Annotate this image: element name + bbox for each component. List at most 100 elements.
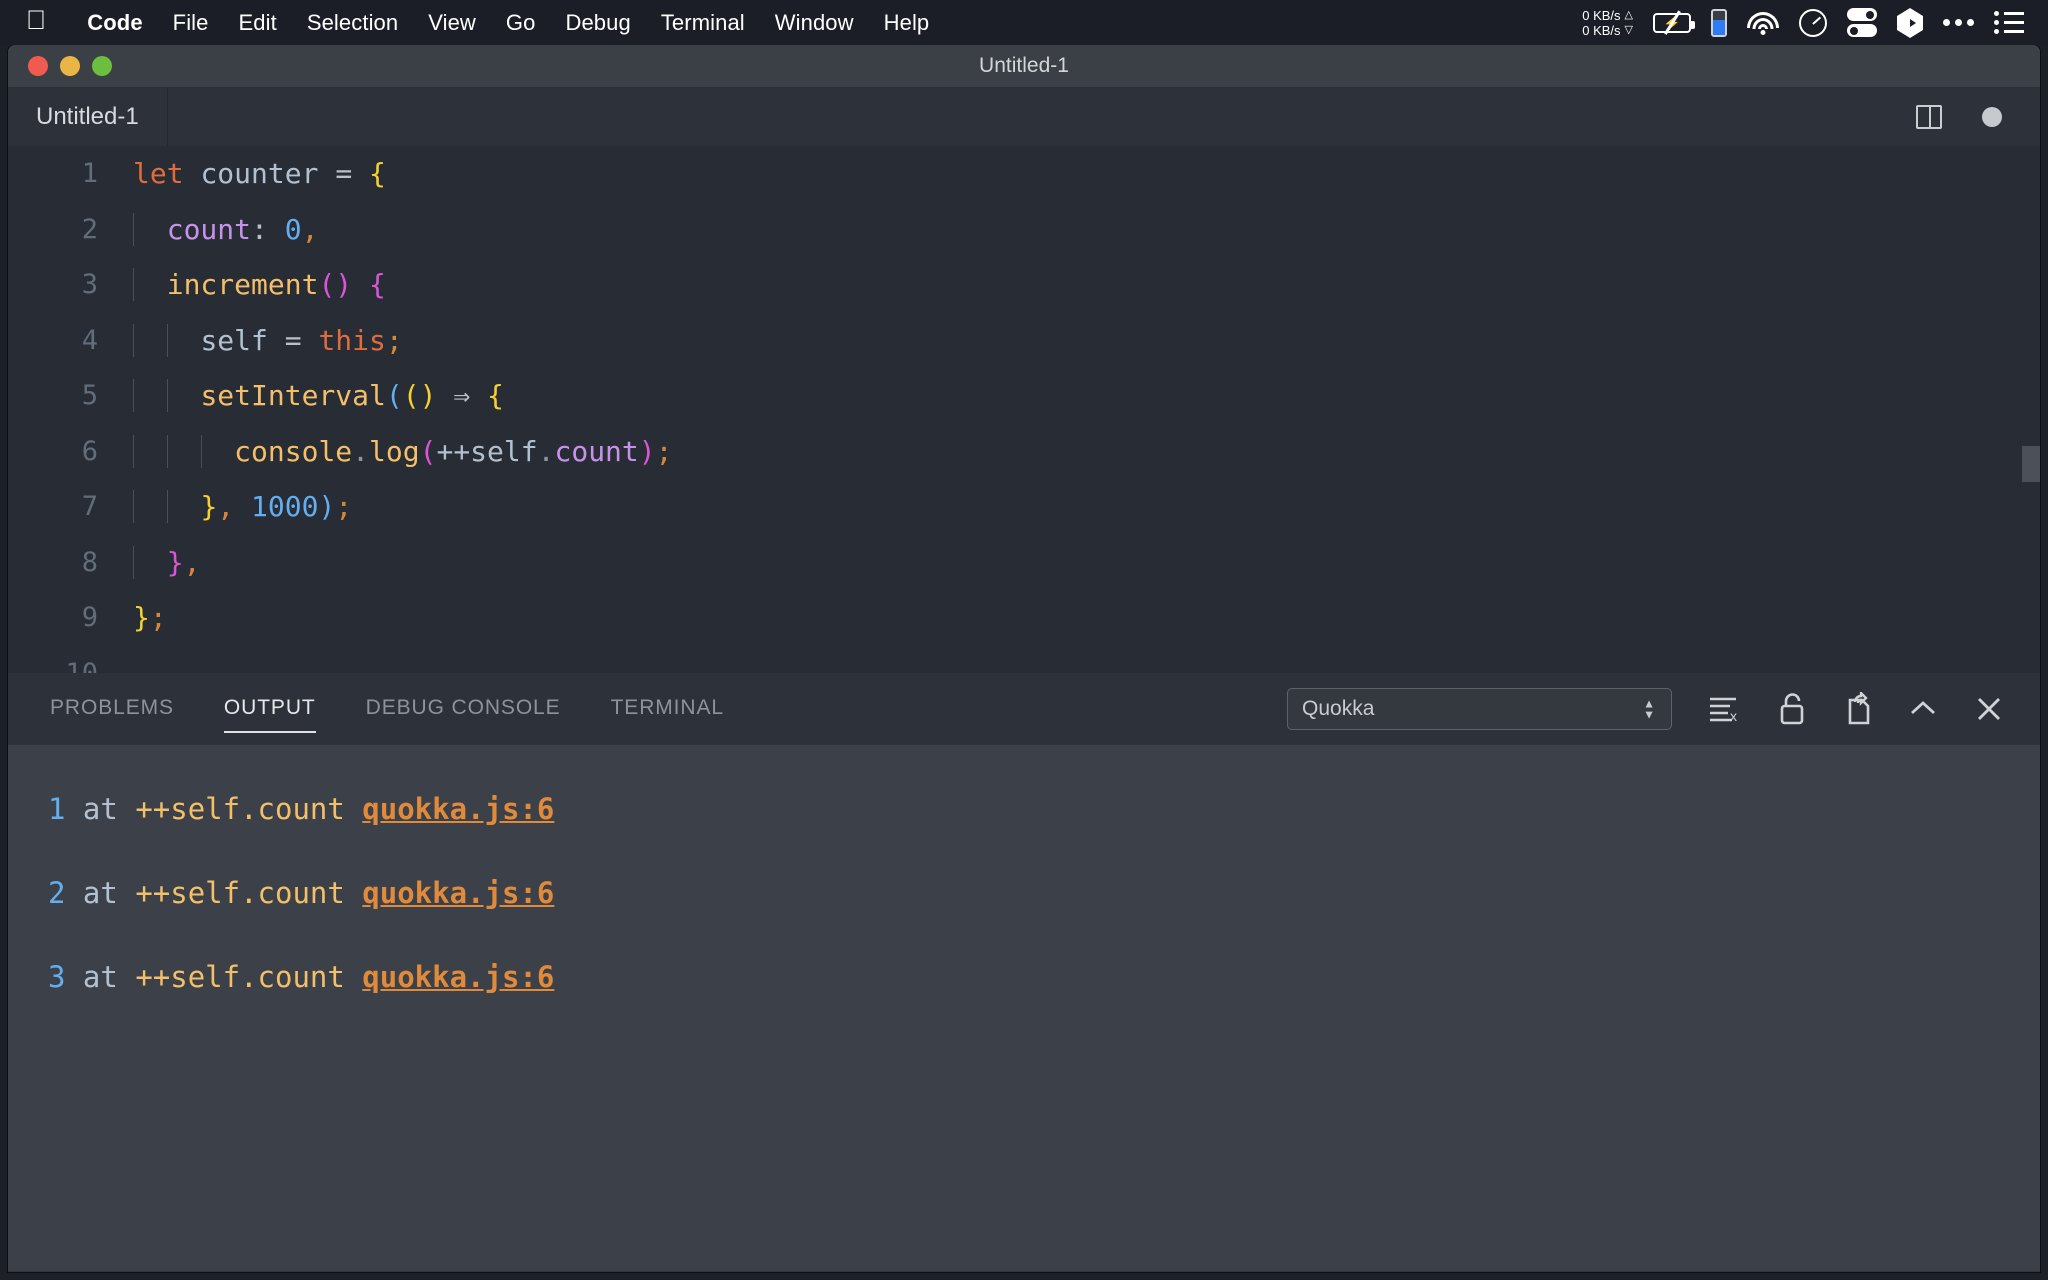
line-number: 3 bbox=[8, 269, 133, 300]
output-row: 1 at ++self.count quokka.js:6 bbox=[8, 767, 2040, 851]
download-arrow-icon: ▽ bbox=[1625, 23, 1633, 38]
menu-item-view[interactable]: View bbox=[413, 10, 491, 36]
output-view[interactable]: 1 at ++self.count quokka.js:6 2 at ++sel… bbox=[8, 745, 2040, 1271]
code-text: setInterval(() ⇒ { bbox=[133, 379, 504, 412]
toggles-icon[interactable] bbox=[1847, 8, 1877, 37]
tab-debug-console[interactable]: DEBUG CONSOLE bbox=[366, 673, 561, 745]
output-value: 2 bbox=[48, 876, 65, 910]
code-line-8[interactable]: 8 }, bbox=[8, 535, 2040, 591]
open-in-editor-icon[interactable] bbox=[1842, 692, 1872, 726]
output-at-label: at bbox=[65, 876, 135, 910]
tab-untitled-1[interactable]: Untitled-1 bbox=[8, 88, 168, 146]
menu-bar-tray: 0 KB/s 0 KB/s △ ▽ ⚡ bbox=[1582, 0, 2048, 45]
output-value: 1 bbox=[48, 792, 65, 826]
code-line-6[interactable]: 6 console.log(++self.count); bbox=[8, 424, 2040, 480]
output-source-link[interactable]: quokka.js:6 bbox=[362, 792, 554, 826]
code-text: let counter = { bbox=[133, 157, 386, 190]
unsaved-dot-icon[interactable] bbox=[1982, 107, 2002, 127]
menu-item-code[interactable]: Code bbox=[72, 10, 157, 36]
menu-item-file[interactable]: File bbox=[158, 10, 224, 36]
code-text: self = this; bbox=[133, 324, 403, 357]
maximize-panel-icon[interactable] bbox=[1908, 697, 1938, 721]
line-number: 10 bbox=[8, 658, 133, 673]
code-line-9[interactable]: 9 }; bbox=[8, 590, 2040, 646]
code-line-5[interactable]: 5 setInterval(() ⇒ { bbox=[8, 368, 2040, 424]
code-text: increment() { bbox=[133, 268, 386, 301]
editor-scrollbar[interactable] bbox=[2022, 446, 2040, 482]
close-panel-icon[interactable] bbox=[1974, 694, 2004, 724]
blue-meter-icon[interactable] bbox=[1711, 9, 1727, 37]
apple-logo-icon[interactable]:  bbox=[26, 7, 46, 34]
line-number: 7 bbox=[8, 491, 133, 522]
output-expression: ++self.count bbox=[135, 876, 345, 910]
code-editor[interactable]: 1 let counter = { 2 count: 0, 3 incremen… bbox=[8, 146, 2040, 673]
wifi-icon[interactable] bbox=[1747, 12, 1779, 34]
vscode-window: Untitled-1 Untitled-1 1 let counter = { … bbox=[8, 45, 2040, 1272]
output-at-label: at bbox=[65, 792, 135, 826]
menu-item-window[interactable]: Window bbox=[760, 10, 869, 36]
tab-terminal[interactable]: TERMINAL bbox=[611, 673, 724, 745]
menu-item-debug[interactable]: Debug bbox=[550, 10, 645, 36]
output-channel-select[interactable]: Quokka ▲▼ bbox=[1287, 688, 1672, 730]
menu-item-selection[interactable]: Selection bbox=[292, 10, 413, 36]
menu-item-terminal[interactable]: Terminal bbox=[646, 10, 760, 36]
panel-header: PROBLEMS OUTPUT DEBUG CONSOLE TERMINAL Q… bbox=[8, 673, 2040, 745]
code-line-4[interactable]: 4 self = this; bbox=[8, 313, 2040, 369]
output-expression: ++self.count bbox=[135, 792, 345, 826]
line-number: 8 bbox=[8, 547, 133, 578]
upload-arrow-icon: △ bbox=[1625, 8, 1633, 23]
list-icon[interactable] bbox=[1994, 11, 2024, 34]
output-at-label: at bbox=[65, 960, 135, 994]
code-line-3[interactable]: 3 increment() { bbox=[8, 257, 2040, 313]
status-bar: ✕ 0 0 Ln 11, Col 21 Spaces: 2 UTF-8 LF J… bbox=[8, 1271, 2040, 1272]
code-line-7[interactable]: 7 }, 1000); bbox=[8, 479, 2040, 535]
editor-actions bbox=[1916, 88, 2040, 146]
window-title-bar: Untitled-1 bbox=[8, 45, 2040, 88]
window-title: Untitled-1 bbox=[8, 54, 2040, 78]
network-speed-indicator[interactable]: 0 KB/s 0 KB/s △ ▽ bbox=[1582, 8, 1633, 38]
clear-output-icon[interactable]: x bbox=[1708, 694, 1742, 724]
lock-icon[interactable] bbox=[1778, 692, 1806, 726]
bottom-panel: PROBLEMS OUTPUT DEBUG CONSOLE TERMINAL Q… bbox=[8, 673, 2040, 1271]
line-number: 5 bbox=[8, 380, 133, 411]
output-source-link[interactable]: quokka.js:6 bbox=[362, 960, 554, 994]
editor-tab-bar: Untitled-1 bbox=[8, 88, 2040, 146]
menu-item-edit[interactable]: Edit bbox=[224, 10, 292, 36]
line-number: 6 bbox=[8, 436, 133, 467]
code-text: console.log(++self.count); bbox=[133, 435, 673, 468]
code-text: count: 0, bbox=[133, 213, 318, 246]
code-line-10[interactable]: 10 bbox=[8, 646, 2040, 674]
line-number: 1 bbox=[8, 158, 133, 189]
menu-item-help[interactable]: Help bbox=[869, 10, 945, 36]
split-editor-icon[interactable] bbox=[1916, 105, 1942, 129]
output-row: 3 at ++self.count quokka.js:6 bbox=[8, 935, 2040, 1019]
tab-problems[interactable]: PROBLEMS bbox=[50, 673, 174, 745]
output-value: 3 bbox=[48, 960, 65, 994]
svg-text:x: x bbox=[1730, 708, 1737, 724]
tab-label: Untitled-1 bbox=[36, 103, 139, 131]
line-number: 2 bbox=[8, 214, 133, 245]
output-channel-value: Quokka bbox=[1302, 697, 1374, 721]
line-number: 4 bbox=[8, 325, 133, 356]
panel-actions: Quokka ▲▼ x bbox=[1287, 688, 2004, 730]
output-source-link[interactable]: quokka.js:6 bbox=[362, 876, 554, 910]
tab-output[interactable]: OUTPUT bbox=[224, 673, 316, 745]
code-line-2[interactable]: 2 count: 0, bbox=[8, 202, 2040, 258]
macos-menu-bar:  Code File Edit Selection View Go Debug… bbox=[0, 0, 2048, 45]
ellipsis-icon[interactable] bbox=[1943, 19, 1974, 26]
code-text: }, 1000); bbox=[133, 490, 352, 523]
code-line-1[interactable]: 1 let counter = { bbox=[8, 146, 2040, 202]
menu-bar-items:  Code File Edit Selection View Go Debug… bbox=[0, 0, 944, 45]
output-row: 2 at ++self.count quokka.js:6 bbox=[8, 851, 2040, 935]
code-text: }; bbox=[133, 601, 167, 634]
battery-charging-icon[interactable]: ⚡ bbox=[1653, 13, 1691, 33]
chevron-updown-icon: ▲▼ bbox=[1643, 700, 1655, 719]
output-expression: ++self.count bbox=[135, 960, 345, 994]
code-text: }, bbox=[133, 546, 200, 579]
line-number: 9 bbox=[8, 602, 133, 633]
menu-item-go[interactable]: Go bbox=[491, 10, 551, 36]
pentagon-icon[interactable] bbox=[1897, 8, 1923, 38]
gauge-icon[interactable] bbox=[1799, 9, 1827, 37]
network-download-speed: 0 KB/s bbox=[1582, 23, 1620, 38]
network-upload-speed: 0 KB/s bbox=[1582, 8, 1620, 23]
